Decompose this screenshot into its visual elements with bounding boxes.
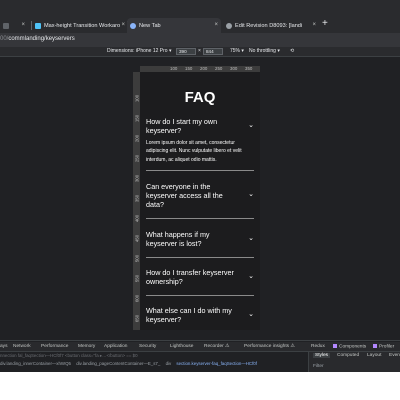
tab-computed[interactable]: Computed: [337, 353, 359, 358]
close-icon[interactable]: ×: [21, 22, 25, 28]
device-toolbar: Dimensions: iPhone 12 Pro ▾ 390 × 844 75…: [0, 47, 400, 57]
devtools-tab-components[interactable]: Components: [333, 344, 366, 349]
devtools-tab[interactable]: Memory: [78, 344, 95, 349]
browser-tab-active[interactable]: New Tab ×: [127, 18, 221, 33]
faq-item[interactable]: How do I transfer keyserver ownership? ⌄: [146, 268, 254, 296]
breadcrumb-item[interactable]: div.landing_pageContentContainer—E_s7_: [76, 361, 160, 366]
ruler-label: 550: [134, 274, 140, 283]
elements-selected-node[interactable]: nnection fal_faqSection—HCf0f7 <button c…: [0, 353, 308, 360]
faq-answer: Lorem ipsum dolor sit amet, consectetur …: [146, 140, 242, 163]
devtools-tab[interactable]: Lighthouse: [170, 344, 193, 349]
devtools-tab[interactable]: Application: [104, 344, 127, 349]
devtools-tab[interactable]: Redux: [311, 344, 325, 349]
ruler-label: 200: [134, 134, 140, 143]
breadcrumb-item[interactable]: div.landing_innerContainer—xhWQ5: [0, 361, 71, 366]
browser-tab[interactable]: Max-height Transition Workaro ×: [32, 18, 128, 33]
chevron-down-icon: ⌄: [248, 273, 254, 280]
faq-question: How do I transfer keyserver ownership?: [146, 268, 234, 287]
address-bar-row: 00/commlanding/keyservers: [0, 33, 400, 47]
ruler-label: 100: [170, 66, 178, 71]
breadcrumb-item-selected[interactable]: section.keyserver-faq_faqSection—HCf0f: [176, 361, 257, 366]
tab-styles[interactable]: Styles: [313, 353, 331, 358]
ruler-label: 200: [200, 66, 208, 71]
tab-label: New Tab: [139, 22, 161, 29]
faq-question: What else can I do with my keyserver?: [146, 306, 232, 325]
device-height-input[interactable]: 844: [203, 48, 223, 55]
tab-layout[interactable]: Layout: [367, 353, 381, 358]
ruler-label: 300: [134, 174, 140, 183]
react-icon: [373, 344, 377, 348]
tab-label: Edit Revision D8093: [landi: [235, 22, 303, 29]
chevron-down-icon: ⌄: [248, 191, 254, 198]
browser-window: × Max-height Transition Workaro × New Ta…: [0, 0, 400, 372]
ruler-label: 400: [134, 214, 140, 223]
close-icon[interactable]: ×: [312, 22, 316, 28]
mobile-viewport: FAQ How do I start my own keyserver? ⌄ L…: [140, 72, 260, 330]
ruler-label: 650: [134, 314, 140, 323]
close-icon[interactable]: ×: [121, 22, 125, 28]
faq-item[interactable]: What happens if my keyserver is lost? ⌄: [146, 230, 254, 258]
styles-filter-input[interactable]: Filter: [313, 364, 324, 369]
device-width-input[interactable]: 390: [176, 48, 196, 55]
faq-question: What happens if my keyserver is lost?: [146, 230, 210, 249]
chevron-down-icon: ⌄: [248, 122, 254, 129]
throttling-select[interactable]: No throttling ▾: [249, 48, 280, 54]
tab-event-listeners[interactable]: Even: [389, 353, 400, 358]
zoom-select[interactable]: 75% ▾: [230, 48, 244, 54]
faq-question: Can everyone in the keyserver access all…: [146, 182, 223, 210]
url-path: commlanding/keyservers: [8, 36, 75, 42]
faq-question: How do I start my own keyserver?: [146, 117, 218, 136]
new-tab-icon[interactable]: +: [322, 19, 328, 29]
ruler-label: 450: [134, 234, 140, 243]
chevron-down-icon: ▾: [241, 48, 244, 54]
devtools-tab[interactable]: Security: [139, 344, 156, 349]
ruler-label: 350: [245, 66, 253, 71]
breadcrumb: div.landing_innerContainer—xhWQ5 div.lan…: [0, 361, 308, 369]
devtools-tab[interactable]: Recorder ⚠: [204, 344, 229, 349]
browser-tab[interactable]: ×: [0, 18, 28, 33]
devtools-tab[interactable]: Performance: [41, 344, 68, 349]
tab-favicon-icon: [35, 22, 41, 29]
devtools-tab-bar: ays Network Performance Memory Applicati…: [0, 342, 400, 352]
ruler-label: 500: [134, 254, 140, 263]
faq-title: FAQ: [184, 89, 216, 106]
device-dimensions-select[interactable]: Dimensions: iPhone 12 Pro ▾: [107, 48, 172, 54]
ruler-label: 250: [134, 154, 140, 163]
ruler-label: 300: [230, 66, 238, 71]
devtools-panel: ays Network Performance Memory Applicati…: [0, 340, 400, 372]
ruler-label: 350: [134, 194, 140, 203]
tab-strip: × Max-height Transition Workaro × New Ta…: [0, 0, 400, 33]
faq-item[interactable]: What else can I do with my keyserver? ⌄: [146, 306, 254, 330]
ruler-label: 600: [134, 294, 140, 303]
chevron-down-icon: ▾: [168, 48, 172, 54]
tab-favicon-icon: [3, 22, 9, 29]
react-icon: [333, 344, 337, 348]
vertical-ruler: 100 150 200 250 300 350 400 450 500 550 …: [133, 72, 140, 330]
ruler-label: 250: [215, 66, 223, 71]
close-icon[interactable]: ×: [214, 22, 218, 28]
chevron-down-icon: ⌄: [248, 235, 254, 242]
address-bar[interactable]: 00/commlanding/keyservers: [0, 36, 75, 42]
devtools-tab-profiler[interactable]: Profiler: [373, 344, 394, 349]
faq-item[interactable]: Can everyone in the keyserver access all…: [146, 182, 254, 219]
tab-favicon-icon: [130, 22, 136, 29]
devtools-tab[interactable]: Performance insights ⚠: [244, 344, 295, 349]
styles-pane: Styles Computed Layout Even Filter: [308, 352, 400, 372]
tab-favicon-icon: [226, 22, 232, 29]
breadcrumb-item[interactable]: div: [166, 361, 172, 366]
browser-tab[interactable]: Edit Revision D8093: [landi ×: [223, 18, 319, 33]
rotate-icon[interactable]: ⟲: [290, 48, 294, 54]
devtools-tab[interactable]: ays: [0, 344, 7, 349]
tab-label: Max-height Transition Workaro: [44, 22, 121, 29]
ruler-label: 100: [134, 94, 140, 103]
times-icon: ×: [198, 48, 201, 54]
faq-item-expanded[interactable]: How do I start my own keyserver? ⌄ Lorem…: [146, 117, 254, 171]
ruler-label: 150: [134, 114, 140, 123]
chevron-down-icon: ⌄: [248, 311, 254, 318]
devtools-tab[interactable]: Network: [13, 344, 31, 349]
ruler-label: 150: [185, 66, 193, 71]
chevron-down-icon: ▾: [277, 48, 280, 54]
